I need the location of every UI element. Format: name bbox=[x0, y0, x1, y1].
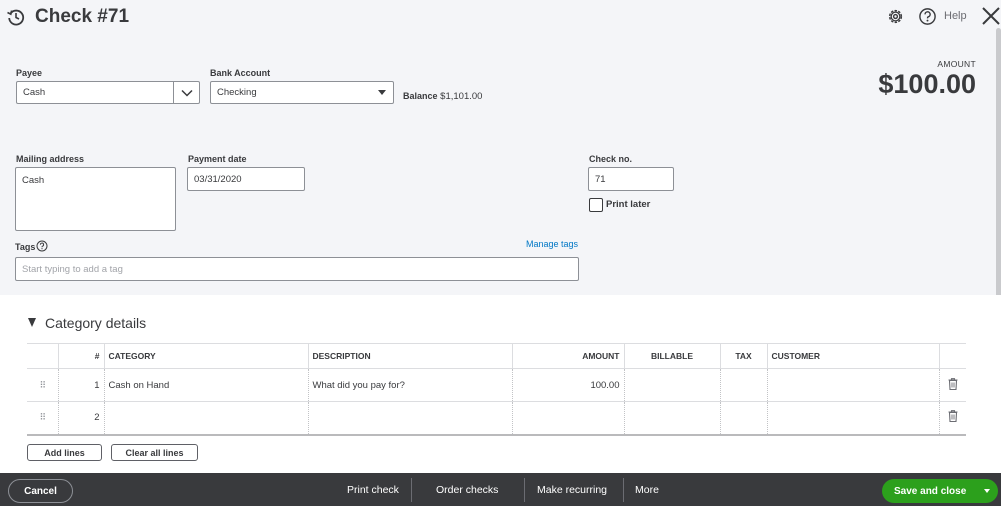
category-details-header[interactable]: Category details bbox=[28, 315, 146, 331]
order-checks-button[interactable]: Order checks bbox=[436, 484, 498, 496]
description-column-header: DESCRIPTION bbox=[308, 343, 513, 369]
tags-placeholder: Start typing to add a tag bbox=[22, 263, 123, 275]
row-number: 2 bbox=[58, 401, 105, 436]
payee-select[interactable]: Cash bbox=[16, 81, 200, 104]
caret-down-icon[interactable] bbox=[984, 489, 990, 493]
category-table: # CATEGORY DESCRIPTION AMOUNT BILLABLE T… bbox=[27, 343, 966, 436]
print-later-label[interactable]: Print later bbox=[606, 199, 650, 210]
print-check-button[interactable]: Print check bbox=[347, 484, 399, 496]
amount-cell[interactable] bbox=[512, 401, 625, 436]
help-icon[interactable] bbox=[918, 7, 937, 26]
category-cell[interactable] bbox=[104, 401, 309, 436]
close-icon[interactable] bbox=[981, 6, 1001, 26]
tax-cell[interactable] bbox=[720, 401, 768, 436]
scrollbar[interactable] bbox=[996, 28, 1001, 298]
table-row[interactable]: ⠿ 2 bbox=[27, 401, 966, 436]
collapse-triangle-icon bbox=[28, 318, 36, 327]
mailing-address-textarea[interactable]: Cash bbox=[15, 167, 176, 231]
check-no-value: 71 bbox=[595, 173, 606, 185]
billable-column-header: BILLABLE bbox=[624, 343, 721, 369]
trash-icon bbox=[948, 410, 958, 423]
drag-handle-icon[interactable]: ⠿ bbox=[27, 401, 59, 436]
gear-icon[interactable] bbox=[886, 7, 905, 26]
save-and-close-button[interactable]: Save and close bbox=[882, 479, 998, 503]
check-no-input[interactable]: 71 bbox=[588, 167, 674, 191]
help-label[interactable]: Help bbox=[944, 10, 967, 22]
delete-row-button[interactable] bbox=[939, 368, 966, 402]
amount-column-header: AMOUNT bbox=[512, 343, 625, 369]
caret-down-icon bbox=[378, 90, 386, 95]
delete-row-button[interactable] bbox=[939, 401, 966, 436]
footer-divider bbox=[411, 478, 412, 502]
footer-divider bbox=[623, 478, 624, 502]
row-number: 1 bbox=[58, 368, 105, 402]
customer-cell[interactable] bbox=[767, 368, 940, 402]
add-lines-button[interactable]: Add lines bbox=[27, 444, 102, 461]
mailing-address-value: Cash bbox=[22, 175, 45, 186]
payment-date-value: 03/31/2020 bbox=[194, 173, 242, 185]
description-cell[interactable] bbox=[308, 401, 513, 436]
footer-divider bbox=[524, 478, 525, 502]
table-row[interactable]: ⠿ 1 Cash on Hand What did you pay for? 1… bbox=[27, 368, 966, 402]
delete-column-header bbox=[939, 343, 966, 369]
cancel-button[interactable]: Cancel bbox=[8, 479, 73, 503]
more-button[interactable]: More bbox=[635, 484, 659, 496]
tags-input[interactable]: Start typing to add a tag bbox=[15, 257, 579, 281]
history-icon[interactable] bbox=[6, 7, 26, 27]
bank-account-dropdown-button[interactable] bbox=[371, 82, 393, 103]
payment-date-label: Payment date bbox=[188, 154, 247, 164]
category-column-header: CATEGORY bbox=[104, 343, 309, 369]
payee-dropdown-button[interactable] bbox=[173, 82, 199, 103]
check-no-label: Check no. bbox=[589, 154, 633, 164]
balance-display: Balance $1,101.00 bbox=[403, 91, 482, 102]
chevron-down-icon bbox=[180, 89, 193, 97]
billable-cell[interactable] bbox=[624, 401, 721, 436]
mailing-address-label: Mailing address bbox=[16, 154, 85, 164]
print-later-checkbox[interactable] bbox=[589, 198, 603, 212]
make-recurring-button[interactable]: Make recurring bbox=[537, 484, 607, 496]
save-and-close-label: Save and close bbox=[894, 485, 967, 497]
bank-account-label: Bank Account bbox=[210, 68, 271, 78]
payee-label: Payee bbox=[16, 68, 43, 78]
num-column-header: # bbox=[58, 343, 105, 369]
manage-tags-link[interactable]: Manage tags bbox=[526, 239, 578, 249]
tags-help-icon[interactable] bbox=[36, 240, 48, 252]
drag-column-header bbox=[27, 343, 59, 369]
bank-account-select[interactable]: Checking bbox=[210, 81, 394, 104]
table-header-row: # CATEGORY DESCRIPTION AMOUNT BILLABLE T… bbox=[27, 343, 966, 369]
balance-value: $1,101.00 bbox=[440, 91, 483, 102]
category-cell[interactable]: Cash on Hand bbox=[104, 368, 309, 402]
payee-value: Cash bbox=[23, 87, 46, 98]
tags-label: Tags bbox=[15, 242, 36, 252]
amount-value: $100.00 bbox=[878, 69, 976, 99]
billable-cell[interactable] bbox=[624, 368, 721, 402]
payment-date-input[interactable]: 03/31/2020 bbox=[187, 167, 305, 191]
page-title: Check #71 bbox=[35, 6, 130, 27]
trash-icon bbox=[948, 377, 958, 390]
drag-handle-icon[interactable]: ⠿ bbox=[27, 368, 59, 402]
bank-account-value: Checking bbox=[217, 87, 257, 98]
category-details-title: Category details bbox=[45, 315, 147, 331]
footer-bar bbox=[0, 473, 1001, 506]
customer-column-header: CUSTOMER bbox=[767, 343, 940, 369]
tax-cell[interactable] bbox=[720, 368, 768, 402]
description-cell[interactable]: What did you pay for? bbox=[308, 368, 513, 402]
customer-cell[interactable] bbox=[767, 401, 940, 436]
tax-column-header: TAX bbox=[720, 343, 768, 369]
amount-cell[interactable]: 100.00 bbox=[512, 368, 625, 402]
balance-label: Balance bbox=[403, 91, 438, 101]
amount-label: AMOUNT bbox=[937, 59, 976, 69]
clear-all-lines-button[interactable]: Clear all lines bbox=[111, 444, 198, 461]
